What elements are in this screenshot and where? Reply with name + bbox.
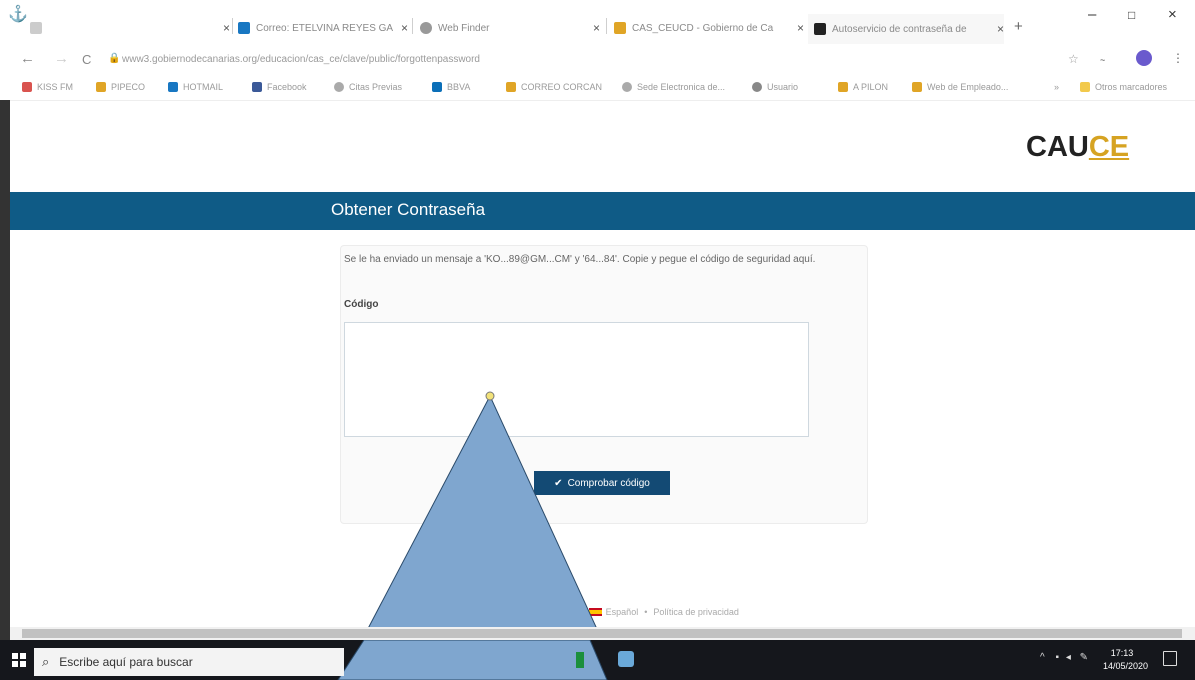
tab-close-icon[interactable]: ×	[797, 21, 804, 35]
footer-separator: •	[644, 607, 648, 617]
gobierno-canarias-icon	[614, 22, 626, 34]
bookmark-item[interactable]: A PILON	[838, 82, 888, 92]
tab-favicon-icon	[814, 23, 826, 35]
cauce-logo: CAUCE	[1026, 131, 1130, 163]
bookmark-icon	[96, 82, 106, 92]
page-title: Obtener Contraseña	[331, 200, 486, 219]
clock-date: 14/05/2020	[1103, 661, 1149, 671]
bookmark-icon	[506, 82, 516, 92]
tab-4[interactable]: CAS_CEUCD - Gobierno de Ca ×	[614, 14, 804, 42]
code-label: Código	[344, 299, 379, 310]
pen-icon[interactable]: ✎	[1080, 652, 1088, 663]
globe-icon	[622, 82, 632, 92]
folder-icon	[1080, 82, 1090, 92]
tab-close-icon[interactable]: ×	[401, 21, 408, 35]
clock-time: 17:13	[1110, 648, 1134, 658]
other-bookmarks[interactable]: Otros marcadores	[1080, 82, 1167, 92]
bookmark-icon	[912, 82, 922, 92]
reload-icon[interactable]: C	[82, 52, 91, 67]
bookmark-item[interactable]: Usuario	[752, 82, 798, 92]
close-window-icon[interactable]: ×	[1168, 6, 1177, 23]
notifications-icon[interactable]	[1163, 651, 1177, 666]
tab-3[interactable]: Web Finder ×	[420, 14, 600, 42]
triangle-shape	[361, 394, 603, 640]
volume-icon[interactable]: ◂	[1066, 652, 1071, 663]
taskbar-search[interactable]: ⌕ Escribe aquí para buscar	[34, 648, 344, 676]
triangle-overlay	[361, 391, 603, 640]
profile-avatar[interactable]	[1136, 50, 1152, 66]
bookmark-icon	[168, 82, 178, 92]
url-input[interactable]: www3.gobiernodecanarias.org/educacion/ca…	[122, 54, 480, 65]
search-icon: ⌕	[42, 654, 50, 669]
tab-divider	[232, 18, 233, 34]
tab-active[interactable]: Autoservicio de contraseña de ×	[808, 14, 1004, 44]
tab-favicon-icon	[30, 22, 42, 34]
tab-close-icon[interactable]: ×	[593, 21, 600, 35]
bookmark-item[interactable]: HOTMAIL	[168, 82, 223, 92]
bookmark-item[interactable]: BBVA	[432, 82, 470, 92]
bookmark-item[interactable]: Facebook	[252, 82, 307, 92]
facebook-icon	[252, 82, 262, 92]
bookmark-item[interactable]: Sede Electronica de...	[622, 82, 725, 92]
bookmark-item[interactable]: Citas Previas	[334, 82, 402, 92]
tab-title: Web Finder	[438, 22, 490, 34]
taskbar-app-icon[interactable]	[576, 652, 584, 668]
bookmark-icon	[838, 82, 848, 92]
bookmark-icon	[22, 82, 32, 92]
bookmark-item[interactable]: CORREO CORCAN	[506, 82, 602, 92]
tab-title: Autoservicio de contraseña de	[832, 23, 967, 35]
chevron-up-icon[interactable]: ^	[1040, 652, 1045, 663]
taskbar-clock[interactable]: 17:13 14/05/2020	[1103, 647, 1149, 673]
tab-title: CAS_CEUCD - Gobierno de Ca	[632, 22, 774, 34]
windows-start-icon[interactable]	[12, 653, 26, 667]
tab-divider	[412, 18, 413, 34]
tab-2[interactable]: Correo: ETELVINA REYES GARC ×	[238, 14, 408, 42]
globe-icon	[752, 82, 762, 92]
lock-icon: 🔒	[108, 53, 121, 64]
triangle-base-shape	[337, 640, 608, 680]
star-icon[interactable]: ☆	[1068, 52, 1079, 66]
bookmarks-overflow-button[interactable]: »	[1054, 82, 1059, 92]
bookmark-icon	[432, 82, 442, 92]
globe-icon	[334, 82, 344, 92]
network-icon[interactable]: ▪	[1055, 652, 1059, 663]
new-tab-button[interactable]: +	[1014, 18, 1023, 35]
search-placeholder: Escribe aquí para buscar	[59, 655, 193, 669]
extension-icon[interactable]: ~	[1100, 55, 1105, 65]
triangle-apex-dot	[485, 391, 495, 401]
minimize-icon[interactable]: –	[1088, 6, 1096, 23]
taskbar-app-icon[interactable]	[618, 651, 634, 667]
anchor-icon: ⚓	[8, 6, 28, 23]
bookmark-item[interactable]: PIPECO	[96, 82, 145, 92]
menu-kebab-icon[interactable]: ⋮	[1172, 51, 1184, 65]
privacy-link[interactable]: Política de privacidad	[653, 607, 739, 617]
tab-1[interactable]: ×	[30, 14, 230, 42]
bookmark-item[interactable]: KISS FM	[22, 82, 73, 92]
tab-close-icon[interactable]: ×	[997, 22, 1004, 36]
sent-message-text: Se le ha enviado un mensaje a 'KO...89@G…	[344, 254, 816, 265]
bookmark-item[interactable]: Web de Empleado...	[912, 82, 1008, 92]
header-bar	[10, 192, 1195, 230]
back-icon[interactable]: ←	[20, 50, 35, 67]
forward-icon[interactable]: →	[54, 50, 69, 67]
system-tray: ^ ▪ ◂ ✎	[1040, 652, 1088, 663]
scrollbar-thumb[interactable]	[22, 629, 1182, 638]
globe-icon	[420, 22, 432, 34]
maximize-icon[interactable]: □	[1128, 8, 1135, 22]
outlook-icon	[238, 22, 250, 34]
left-window-edge	[0, 100, 10, 640]
tab-close-icon[interactable]: ×	[223, 21, 230, 35]
tab-title: Correo: ETELVINA REYES GARC	[256, 22, 393, 34]
tab-divider	[606, 18, 607, 34]
